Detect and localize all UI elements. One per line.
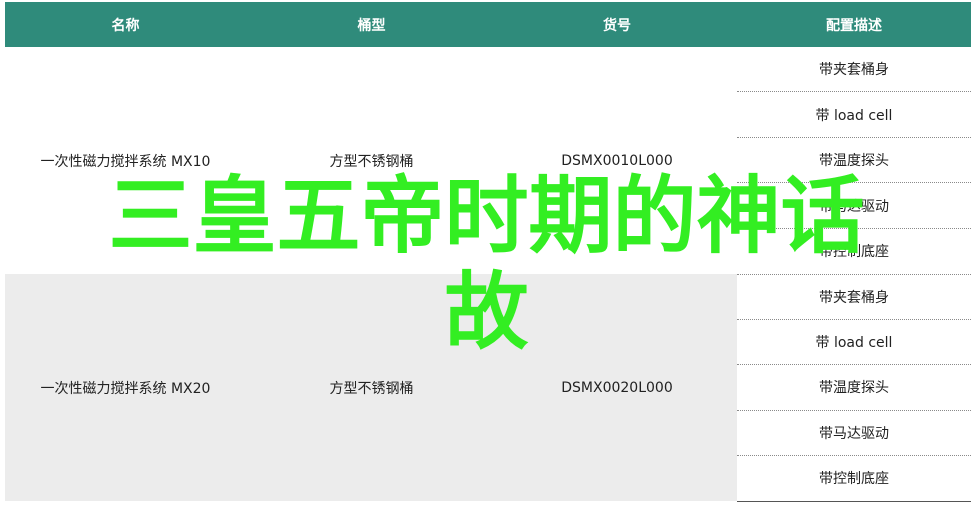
feature-cell: 带马达驱动	[737, 182, 971, 229]
product-code-cell: DSMX0020L000	[497, 274, 737, 501]
feature-cell: 带温度探头	[737, 364, 971, 411]
page: 名称 桶型 货号 配置描述 一次性磁力搅拌系统 MX10 方型不锈钢桶 DSMX…	[0, 0, 973, 505]
table-row: 一次性磁力搅拌系统 MX20 方型不锈钢桶 DSMX0020L000 带夹套桶身	[5, 274, 971, 501]
feature-cell: 带 load cell	[737, 91, 971, 138]
table-header-row: 名称 桶型 货号 配置描述	[5, 2, 971, 47]
product-name-cell: 一次性磁力搅拌系统 MX10	[5, 47, 246, 274]
feature-cell: 带 load cell	[737, 319, 971, 366]
barrel-type-cell: 方型不锈钢桶	[246, 274, 497, 501]
product-spec-table: 名称 桶型 货号 配置描述 一次性磁力搅拌系统 MX10 方型不锈钢桶 DSMX…	[5, 2, 971, 502]
product-group-mx20: 一次性磁力搅拌系统 MX20 方型不锈钢桶 DSMX0020L000 带夹套桶身…	[5, 274, 971, 502]
header-name: 名称	[5, 2, 246, 47]
feature-cell: 带控制底座	[737, 455, 971, 502]
barrel-type-cell: 方型不锈钢桶	[246, 47, 497, 274]
feature-cell: 带马达驱动	[737, 410, 971, 457]
feature-cell: 带夹套桶身	[737, 47, 971, 93]
header-code: 货号	[497, 2, 737, 47]
product-group-mx10: 一次性磁力搅拌系统 MX10 方型不锈钢桶 DSMX0010L000 带夹套桶身…	[5, 47, 971, 275]
feature-cell: 带夹套桶身	[737, 274, 971, 320]
feature-cell: 带温度探头	[737, 137, 971, 184]
feature-cell: 带控制底座	[737, 228, 971, 275]
product-code-cell: DSMX0010L000	[497, 47, 737, 274]
table-row: 一次性磁力搅拌系统 MX10 方型不锈钢桶 DSMX0010L000 带夹套桶身	[5, 47, 971, 274]
header-type: 桶型	[246, 2, 497, 47]
header-config: 配置描述	[737, 2, 971, 47]
product-name-cell: 一次性磁力搅拌系统 MX20	[5, 274, 246, 501]
